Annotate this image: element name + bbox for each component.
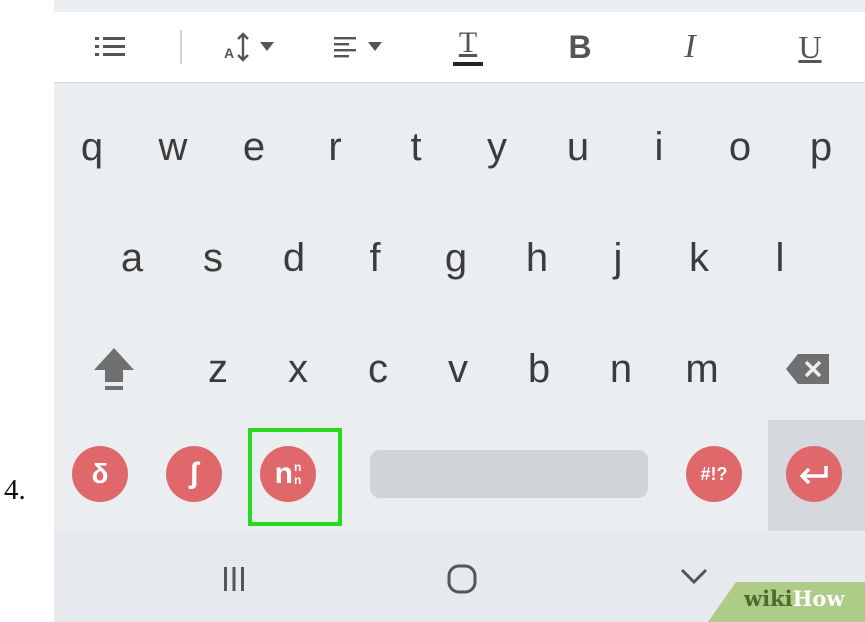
integral-key[interactable]: ʃ (166, 446, 222, 502)
key-u[interactable]: u (548, 112, 608, 182)
underline-label: U (798, 28, 822, 65)
key-f[interactable]: f (345, 223, 405, 293)
text-color-label: T (458, 26, 478, 59)
list-icon[interactable] (88, 12, 132, 82)
format-toolbar: A T B I U (54, 12, 865, 83)
wikihow-logo: wikiHow (744, 586, 845, 611)
key-q[interactable]: q (62, 112, 122, 182)
key-e[interactable]: e (224, 112, 284, 182)
bold-icon[interactable]: B (554, 12, 606, 82)
space-bar[interactable] (370, 450, 648, 498)
key-s[interactable]: s (183, 223, 243, 293)
phone-screen: A T B I U q w e r t y u i o p a s d f g … (54, 0, 865, 622)
bold-label: B (568, 28, 592, 65)
keyboard-row-2: a s d f g h j k l (54, 223, 865, 293)
keyboard-row-3: z x c v b n m (54, 334, 865, 404)
align-icon[interactable] (330, 12, 400, 82)
key-m[interactable]: m (672, 334, 732, 404)
key-x[interactable]: x (268, 334, 328, 404)
delta-key[interactable]: δ (72, 446, 128, 502)
key-d[interactable]: d (264, 223, 324, 293)
font-size-icon[interactable]: A (214, 12, 290, 82)
key-b[interactable]: b (509, 334, 569, 404)
key-w[interactable]: w (143, 112, 203, 182)
key-y[interactable]: y (467, 112, 527, 182)
italic-icon[interactable]: I (664, 12, 716, 82)
italic-label: I (684, 28, 696, 65)
highlight-box (248, 428, 342, 526)
key-a[interactable]: a (102, 223, 162, 293)
key-z[interactable]: z (188, 334, 248, 404)
key-n[interactable]: n (591, 334, 651, 404)
wikihow-how-text: How (792, 586, 845, 611)
backspace-icon[interactable] (778, 334, 838, 404)
key-o[interactable]: o (710, 112, 770, 182)
enter-key[interactable] (786, 446, 842, 502)
text-color-icon[interactable]: T (442, 12, 494, 82)
key-k[interactable]: k (669, 223, 729, 293)
toolbar-divider (180, 30, 182, 64)
key-j[interactable]: j (588, 223, 648, 293)
key-l[interactable]: l (750, 223, 810, 293)
step-number: 4. (4, 474, 26, 506)
key-p[interactable]: p (791, 112, 851, 182)
symbols-key[interactable]: #!? (686, 446, 742, 502)
keyboard-row-1: q w e r t y u i o p (54, 112, 865, 182)
key-r[interactable]: r (305, 112, 365, 182)
home-icon[interactable] (442, 561, 482, 597)
enter-arrow-icon (800, 466, 828, 485)
wikihow-wiki-text: wiki (744, 586, 793, 611)
key-g[interactable]: g (426, 223, 486, 293)
recent-apps-icon[interactable] (214, 561, 254, 597)
key-c[interactable]: c (348, 334, 408, 404)
hide-keyboard-icon[interactable] (674, 561, 714, 591)
shift-icon[interactable] (84, 334, 144, 404)
key-t[interactable]: t (386, 112, 446, 182)
key-i[interactable]: i (629, 112, 689, 182)
svg-text:A: A (224, 45, 234, 61)
key-h[interactable]: h (507, 223, 567, 293)
key-v[interactable]: v (428, 334, 488, 404)
underline-icon[interactable]: U (784, 12, 836, 82)
